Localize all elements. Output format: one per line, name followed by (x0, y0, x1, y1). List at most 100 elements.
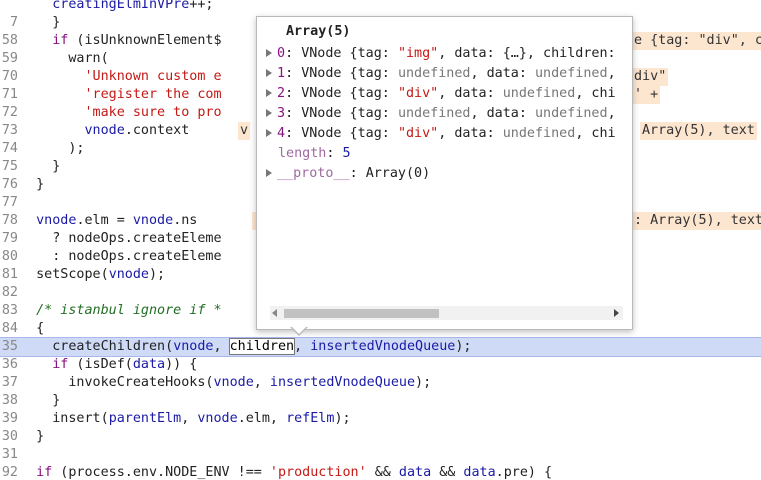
expand-triangle-icon[interactable] (266, 129, 272, 137)
value-token: VNode {tag: (301, 66, 398, 81)
code-line[interactable]: 92 if (process.env.NODE_ENV !== 'product… (0, 464, 761, 480)
value-token: , (607, 106, 616, 121)
proto-key: __proto__ (277, 166, 350, 181)
code-text: vnode.elm = vnode.ns (20, 212, 214, 230)
expand-triangle-icon[interactable] (266, 89, 272, 97)
hovered-token[interactable]: children (228, 338, 296, 355)
code-token: ? nodeOps.createEleme (20, 231, 222, 246)
code-line[interactable]: 36 if (isDef(data)) { (0, 356, 761, 374)
code-token: setScope( (20, 267, 109, 282)
code-line[interactable]: 31 (0, 446, 761, 464)
code-text: ); (20, 140, 84, 158)
popup-pointer (290, 326, 308, 336)
scroll-left-arrow-icon[interactable] (272, 309, 277, 317)
code-token: data (463, 465, 496, 480)
array-item-row[interactable]: 3: VNode {tag: undefined, data: undefine… (266, 104, 626, 124)
code-token: .elm = (76, 213, 133, 228)
array-item-row[interactable]: 2: VNode {tag: "div", data: undefined, c… (266, 84, 626, 104)
code-text: { (20, 320, 44, 338)
value-token: VNode {tag: (301, 46, 398, 61)
line-number: 78 (1, 213, 18, 228)
code-token: insertedVnodeQueue (310, 339, 456, 354)
code-text: } (20, 428, 44, 446)
code-text: } (20, 14, 60, 32)
array-index: 0 (277, 46, 286, 61)
code-text: } (20, 392, 60, 410)
code-token: refElm (286, 411, 335, 426)
code-token: insertedVnodeQueue (269, 375, 416, 390)
code-line[interactable]: creatingElmInVPre++; (0, 0, 761, 14)
value-token: , data: (438, 86, 503, 101)
proto-row[interactable]: __proto__: Array(0) (266, 164, 626, 184)
code-token: && (366, 465, 399, 480)
code-line[interactable]: 37 invokeCreateHooks(vnode, insertedVnod… (0, 374, 761, 392)
code-line[interactable]: 39 insert(parentElm, vnode.elm, refElm); (0, 410, 761, 428)
code-token: vnode (132, 213, 174, 228)
code-text: } (20, 158, 60, 176)
code-text: } (20, 176, 44, 194)
separator: : (326, 146, 343, 161)
code-token: data (132, 357, 166, 372)
expand-triangle-icon[interactable] (266, 49, 272, 57)
code-token: parentElm (108, 411, 182, 426)
line-number: 39 (1, 411, 18, 426)
code-line[interactable]: 30 } (0, 428, 761, 446)
inline-value-annotation: e {tag: "div", c (632, 32, 761, 50)
code-token: } (20, 393, 61, 408)
length-row: length: 5 (278, 144, 638, 164)
popup-horizontal-scrollbar[interactable] (270, 306, 623, 320)
value-token: "div" (397, 126, 439, 141)
code-token: if (36, 465, 53, 480)
separator: : (285, 86, 302, 101)
inline-value-annotation: Array(5), text (640, 122, 757, 140)
separator: : (285, 126, 302, 141)
inline-value-annotation: : Array(5), text (632, 212, 761, 230)
code-token: .ns (173, 213, 214, 228)
code-token: .elm, (237, 411, 287, 426)
scroll-right-arrow-icon[interactable] (614, 309, 619, 317)
array-index: 4 (277, 126, 286, 141)
expand-triangle-icon[interactable] (266, 69, 272, 77)
line-number: 72 (1, 105, 18, 120)
line-number: 81 (1, 267, 18, 282)
array-item-row[interactable]: 1: VNode {tag: undefined, data: undefine… (266, 64, 626, 84)
scrollbar-thumb[interactable] (284, 309, 439, 318)
value-token: , chi (575, 126, 616, 141)
code-token: creatingElmInVPre (52, 0, 190, 12)
code-token: .context (124, 123, 206, 138)
code-text: /* istanbul ignore if * (20, 302, 221, 320)
variable-preview-popup[interactable]: Array(5) 0: VNode {tag: "img", data: {…}… (256, 16, 633, 330)
value-token: "div" (397, 86, 439, 101)
array-index: 1 (277, 66, 286, 81)
code-token: ++; (189, 0, 214, 12)
code-token: ); (415, 375, 432, 390)
code-text: setScope(vnode); (20, 266, 165, 284)
array-item-row[interactable]: 4: VNode {tag: "div", data: undefined, c… (266, 124, 626, 144)
code-line[interactable]: 35 createChildren(vnode, children, inser… (0, 337, 761, 357)
code-token: ); (334, 411, 351, 426)
code-token: vnode (108, 267, 149, 282)
code-token: , (181, 411, 198, 426)
code-token: : nodeOps.createEleme (20, 249, 222, 264)
line-number: 82 (1, 285, 18, 300)
code-text: 'make sure to pro (20, 104, 222, 122)
line-number: 76 (1, 177, 18, 192)
popup-title: Array(5) (286, 24, 351, 39)
code-line[interactable]: 38 } (0, 392, 761, 410)
array-item-row[interactable]: 0: VNode {tag: "img", data: {…}, childre… (266, 44, 626, 64)
code-token: } (20, 429, 45, 444)
separator: : (285, 106, 302, 121)
code-token: && (431, 465, 464, 480)
code-text: insert(parentElm, vnode.elm, refElm); (20, 410, 351, 428)
code-token: } (20, 159, 61, 174)
value-token: VNode {tag: (301, 86, 398, 101)
line-number: 31 (1, 447, 18, 462)
expand-triangle-icon[interactable] (266, 169, 272, 177)
expand-triangle-icon[interactable] (266, 109, 272, 117)
code-token: vnode (213, 375, 254, 390)
value-token: "img" (397, 46, 439, 61)
